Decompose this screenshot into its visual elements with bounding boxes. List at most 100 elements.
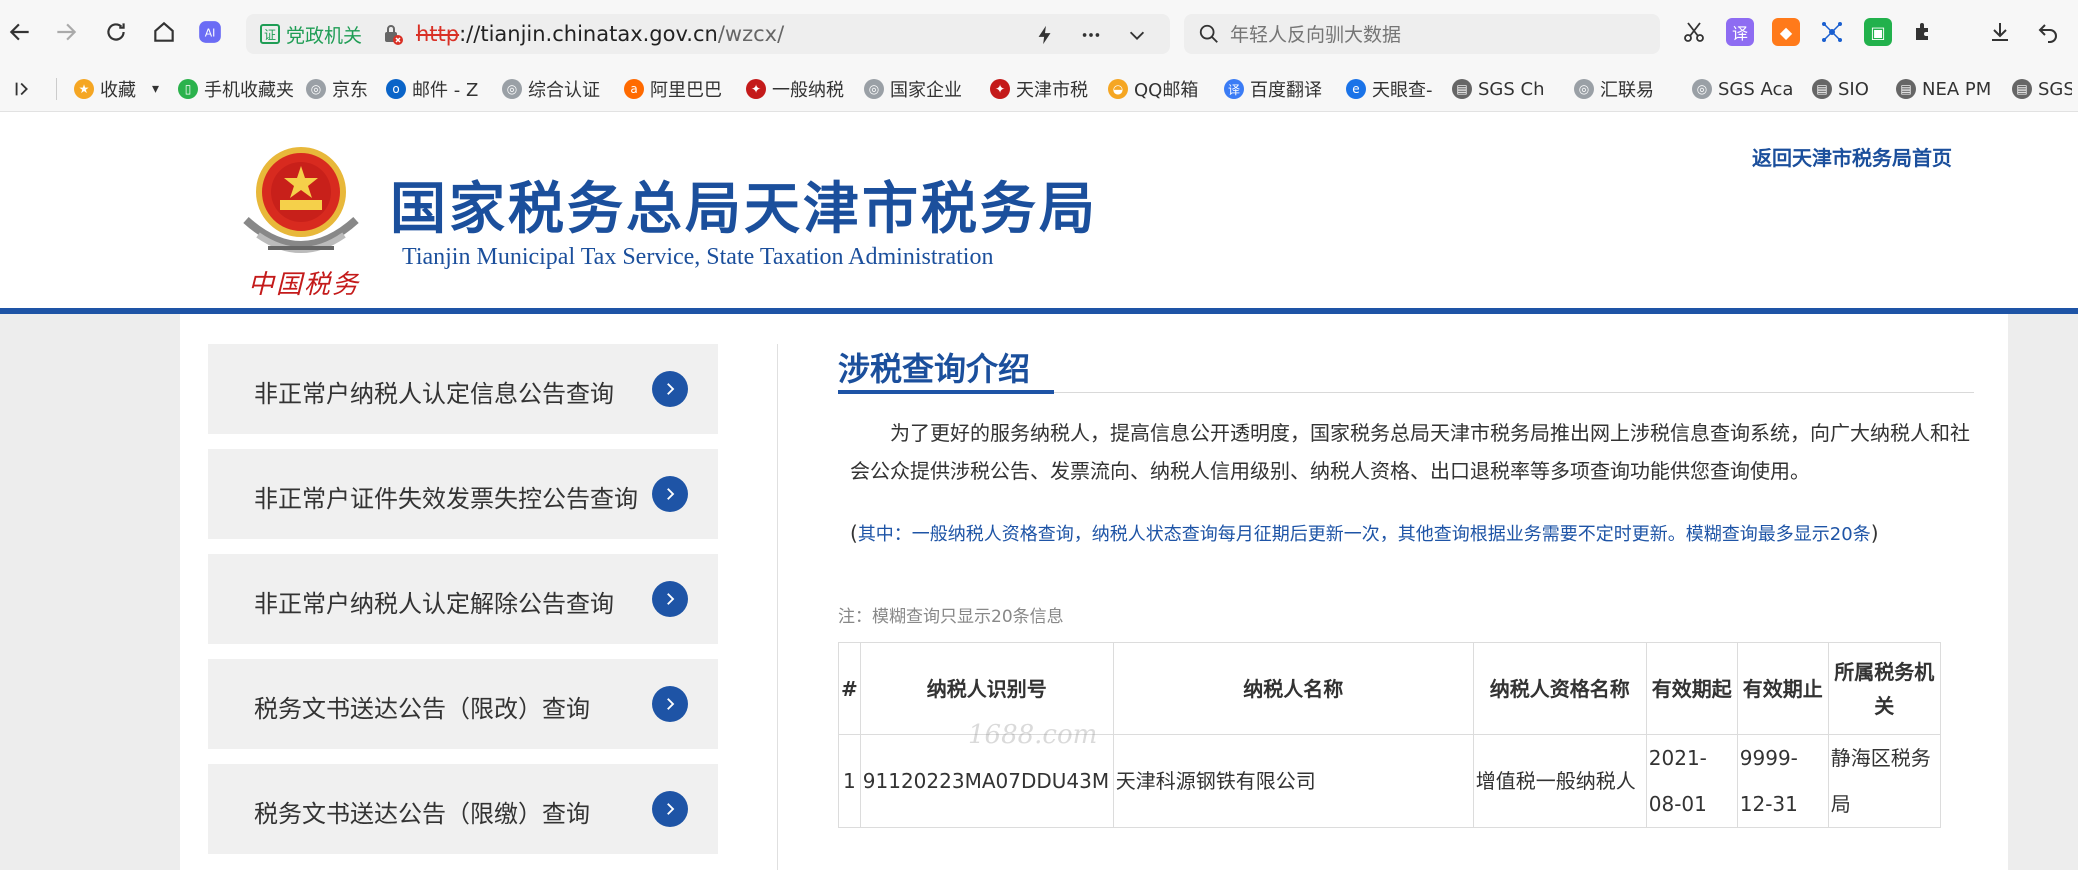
bookmark-item[interactable]: ◎ 国家企业 <box>864 76 962 102</box>
download-icon <box>1992 23 2008 41</box>
bookmark-item[interactable]: ✦ 天津市税 <box>990 76 1088 102</box>
site-subtitle: Tianjin Municipal Tax Service, State Tax… <box>402 244 994 270</box>
browser-toolbar: AI 证 党政机关 http://tianjin.chinatax.gov.cn… <box>0 0 2078 66</box>
column-header-taxpayer-name: 纳税人名称 <box>1112 642 1474 735</box>
bookmark-label: 京东 <box>332 80 368 101</box>
sidebar-toggle-button[interactable] <box>12 76 34 102</box>
sidebar-item-abnormal-release[interactable]: 非正常户纳税人认定解除公告查询 <box>208 554 718 644</box>
bookmark-label: 天眼查- <box>1372 80 1433 101</box>
network-extension[interactable] <box>1818 18 1846 46</box>
bookmark-item[interactable]: ▤ SGS <box>2012 76 2072 102</box>
screenshot-button[interactable] <box>1680 18 1708 46</box>
dropdown-button[interactable] <box>1124 22 1150 48</box>
globe-icon: ◎ <box>502 79 522 99</box>
bookmark-item[interactable]: ▤ SIO <box>1812 76 1869 102</box>
reload-button[interactable] <box>98 14 134 50</box>
search-box[interactable] <box>1184 14 1660 54</box>
bookmark-label: SGS Ch <box>1478 78 1545 100</box>
star-icon: ★ <box>74 79 94 99</box>
update-note: (其中：一般纳税人资格查询，纳税人状态查询每月征期后更新一次，其他查询根据业务需… <box>850 520 1879 546</box>
bookmark-item[interactable]: ◎ 综合认证 <box>502 76 600 102</box>
chevron-right-icon <box>652 686 688 722</box>
downloads-button[interactable] <box>1986 18 2014 46</box>
sidebar-item-label: 非正常户纳税人认定信息公告查询 <box>254 380 614 408</box>
url-text[interactable]: http://tianjin.chinatax.gov.cn/wzcx/ <box>416 22 784 46</box>
cell-tax-office: 静海区税务局 <box>1827 734 1941 828</box>
sidebar-item-invalid-invoice[interactable]: 非正常户证件失效发票失控公告查询 <box>208 449 718 539</box>
forward-button[interactable] <box>48 14 84 50</box>
bookmark-label: 手机收藏夹 <box>204 80 294 101</box>
note-close-paren: ) <box>1870 521 1879 545</box>
bookmark-item[interactable]: ✦ 一般纳税 <box>746 76 844 102</box>
sidebar-item-abnormal-taxpayer[interactable]: 非正常户纳税人认定信息公告查询 <box>208 344 718 434</box>
bookmark-label: 天津市税 <box>1016 80 1088 101</box>
bookmark-label: 阿里巴巴 <box>650 80 722 101</box>
extensions-button[interactable] <box>1910 18 1938 46</box>
cell-taxpayer-name: 天津科源钢铁有限公司 <box>1112 734 1474 828</box>
search-icon <box>1199 24 1218 43</box>
section-title-underline <box>838 390 1054 394</box>
bookmark-item[interactable]: ▤ NEA PM <box>1896 76 1991 102</box>
cell-qualification: 增值税一般纳税人 <box>1472 734 1647 828</box>
translate-extension[interactable]: 译 <box>1726 18 1754 46</box>
bookmark-label: QQ邮箱 <box>1134 80 1199 101</box>
sidebar-item-label: 非正常户纳税人认定解除公告查询 <box>254 590 614 618</box>
home-button[interactable] <box>146 14 182 50</box>
chevron-right-icon <box>652 371 688 407</box>
cert-badge[interactable]: 证 党政机关 <box>260 20 362 48</box>
translate-icon: 译 <box>1731 24 1748 43</box>
sidebar-toggle-icon <box>15 82 28 96</box>
bookmark-item[interactable]: ◎ 京东 <box>306 76 368 102</box>
speed-mode-button[interactable] <box>1032 22 1058 48</box>
tax-emblem-icon: ✦ <box>990 79 1010 99</box>
outlook-icon: o <box>386 79 406 99</box>
bookmark-item[interactable]: ◎ SGS Aca <box>1692 76 1793 102</box>
cell-valid-from: 2021-08-01 <box>1645 734 1738 828</box>
bookmark-item[interactable]: a 阿里巴巴 <box>624 76 722 102</box>
chevron-right-icon <box>652 581 688 617</box>
game-extension[interactable]: ◆ <box>1772 18 1800 46</box>
more-button[interactable] <box>1078 22 1104 48</box>
chevron-down-icon[interactable]: ▾ <box>152 81 159 97</box>
watermark-text: 1688.com <box>968 720 1098 750</box>
sidebar-item-document-correction[interactable]: 税务文书送达公告（限改）查询 <box>208 659 718 749</box>
bookmark-label: SIO <box>1838 78 1869 100</box>
ai-assistant-button[interactable]: AI <box>192 14 228 50</box>
bookmark-item[interactable]: 译百度翻译 <box>1224 76 1322 102</box>
page-icon: ▤ <box>2012 79 2032 99</box>
bookmark-item[interactable]: ◒ QQ邮箱 <box>1108 76 1198 102</box>
bookmarks-bar: ★ 收藏 ▾ ▯ 手机收藏夹 ◎ 京东 o 邮件 - Z ◎ 综合认证 a 阿里巴巴 ✦ 一般纳税 ◎ 国家企业… <box>0 66 2078 112</box>
globe-icon: ◎ <box>1692 79 1712 99</box>
update-note-text: 其中：一般纳税人资格查询，纳税人状态查询每月征期后更新一次，其他查询根据业务需要… <box>857 524 1871 545</box>
globe-icon: ◎ <box>864 79 884 99</box>
certificate-icon: 证 <box>260 24 280 44</box>
bookmark-item[interactable]: e 天眼查- <box>1346 76 1433 102</box>
bookmark-item[interactable]: o 邮件 - Z <box>386 76 478 102</box>
bookmark-item[interactable]: ◎ 汇联易 <box>1574 76 1654 102</box>
url-host: ://tianjin.chinatax.gov.cn <box>459 22 718 46</box>
back-button[interactable] <box>2 14 38 50</box>
sidebar-item-label: 税务文书送达公告（限改）查询 <box>254 695 590 723</box>
svg-text:AI: AI <box>205 26 216 39</box>
puzzle-icon <box>1916 23 1928 40</box>
arrow-right-icon <box>57 23 77 41</box>
column-header-valid-to: 有效期止 <box>1736 642 1829 735</box>
sidebar-item-document-payment[interactable]: 税务文书送达公告（限缴）查询 <box>208 764 718 854</box>
gamepad-icon: ◆ <box>1779 22 1793 42</box>
reader-extension[interactable]: ▣ <box>1864 18 1892 46</box>
site-title: 国家税务总局天津市税务局 <box>390 177 1098 242</box>
bookmark-label: 汇联易 <box>1600 80 1654 101</box>
insecure-lock-icon[interactable] <box>380 22 404 46</box>
address-bar[interactable]: 证 党政机关 http://tianjin.chinatax.gov.cn/wz… <box>246 14 1170 54</box>
bookmark-item[interactable]: ▤ SGS Ch <box>1452 76 1545 102</box>
qq-mail-icon: ◒ <box>1108 79 1128 99</box>
undo-button[interactable] <box>2034 18 2062 46</box>
phone-icon: ▯ <box>178 79 198 99</box>
search-input[interactable] <box>1228 20 1632 50</box>
url-protocol: http <box>416 22 460 46</box>
book-icon: ▣ <box>1870 22 1886 42</box>
return-home-link[interactable]: 返回天津市税务局首页 <box>1752 142 1952 171</box>
page-icon: ▤ <box>1896 79 1916 99</box>
bookmark-item[interactable]: ▯ 手机收藏夹 <box>178 76 294 102</box>
bookmark-item[interactable]: ★ 收藏 ▾ <box>74 76 159 102</box>
